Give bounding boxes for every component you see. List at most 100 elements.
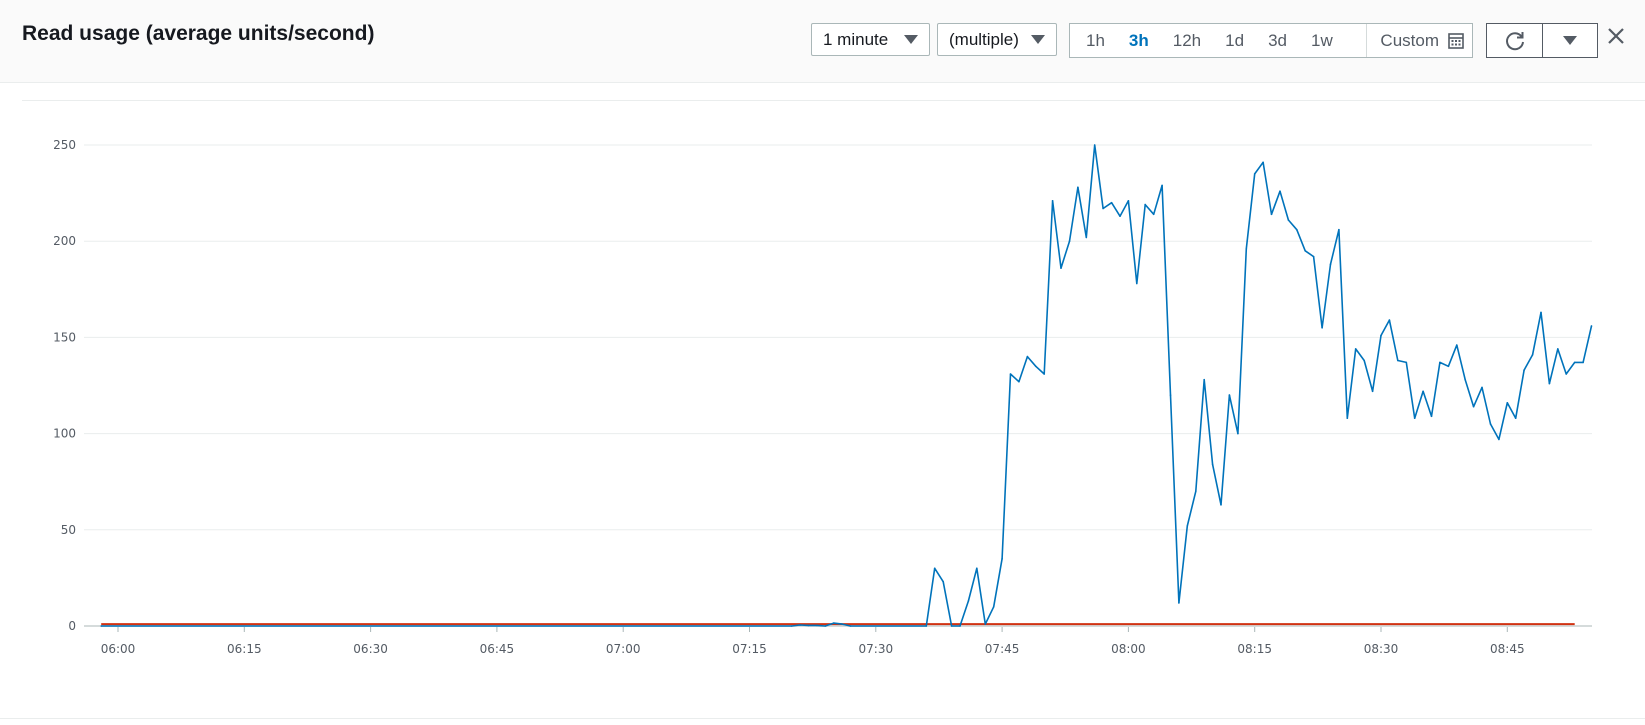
data-point [816,624,818,627]
range-custom-button[interactable]: Custom [1366,24,1472,57]
data-point [1253,173,1256,175]
data-point [1531,353,1534,356]
y-tick-label: 250 [53,138,76,152]
range-option-1w[interactable]: 1w [1299,31,1345,51]
x-tick-label: 06:45 [480,642,515,656]
y-tick-label: 150 [53,330,76,344]
time-range-selector: 1h 3h 12h 1d 3d 1w Custom [1069,23,1473,58]
data-point [1472,405,1475,408]
data-point [1203,378,1205,381]
data-point [1439,361,1441,364]
y-tick-label: 200 [53,234,76,248]
refresh-button[interactable] [1486,23,1543,58]
data-point [1136,282,1138,285]
data-point [849,625,852,627]
statistic-dropdown-label: (multiple) [949,29,1019,49]
data-point [1489,423,1492,425]
range-option-1h[interactable]: 1h [1074,31,1117,51]
data-point [841,623,843,625]
caret-down-icon [904,35,918,44]
data-point [790,625,793,627]
actions-dropdown-button[interactable] [1542,23,1598,58]
data-point [1228,394,1231,396]
data-point [1380,334,1382,337]
data-point [1413,417,1416,420]
data-point [1338,228,1340,231]
data-point [1548,382,1551,385]
data-point [1068,240,1071,242]
data-point [1102,207,1104,210]
data-point [1397,359,1399,362]
data-point [1178,602,1180,604]
series-line [101,144,1593,627]
range-option-3d[interactable]: 3d [1256,31,1299,51]
data-point [1481,386,1483,389]
data-point [1590,325,1593,327]
data-point [1186,525,1189,527]
data-point [1262,161,1264,164]
data-point [1430,415,1433,418]
x-tick-label: 06:15 [227,642,262,656]
data-point [1009,373,1012,375]
range-option-3h[interactable]: 3h [1117,31,1161,51]
range-option-1d[interactable]: 1d [1213,31,1256,51]
data-point [1321,327,1323,329]
data-point [1110,201,1113,204]
widget-header: Read usage (average units/second) 1 minu… [0,0,1645,83]
data-point [1371,390,1374,393]
x-tick-label: 08:00 [1111,642,1146,656]
data-point [1573,361,1576,364]
data-point [1119,215,1121,217]
data-point [832,622,835,624]
data-point [1287,219,1290,221]
data-point [1557,348,1559,350]
data-point [1127,200,1130,202]
data-point [1296,228,1298,231]
data-point [1060,267,1062,269]
data-point [1354,348,1357,350]
data-point [1026,355,1029,358]
data-point [1035,365,1037,368]
data-point [1540,311,1542,314]
data-point [992,606,995,608]
data-point [933,567,936,570]
data-point [976,567,978,570]
data-point [1245,248,1248,250]
data-point [1152,213,1155,216]
data-point [1506,402,1509,404]
x-tick-label: 07:15 [732,642,767,656]
data-point [1565,373,1567,375]
widget-title: Read usage (average units/second) [22,22,375,45]
close-button[interactable] [1604,24,1628,48]
x-tick-label: 08:45 [1490,642,1525,656]
data-point [1456,344,1458,346]
data-point [942,580,944,583]
data-point [1001,557,1003,560]
data-point [1523,369,1525,371]
data-point [1329,263,1332,266]
data-point [1304,250,1306,252]
data-point [1422,390,1424,393]
statistic-dropdown[interactable]: (multiple) [937,23,1057,56]
data-point [1363,359,1365,362]
x-tick-label: 07:45 [985,642,1020,656]
data-point [1195,490,1197,493]
data-point [1464,378,1466,381]
data-point [807,624,810,627]
data-point [925,625,928,627]
x-tick-label: 08:15 [1237,642,1272,656]
x-tick-label: 06:00 [101,642,136,656]
data-point [950,625,953,627]
y-tick-label: 100 [53,427,76,441]
data-point [1405,361,1408,364]
data-point [1388,319,1391,321]
data-point [1582,361,1584,364]
read-usage-chart: 0 50 100 150 200 250 06:00 06:15 06:30 06:45 07:0… [53,138,1593,656]
data-point [1043,373,1045,375]
data-point [799,624,801,626]
x-tick-label: 07:00 [606,642,641,656]
close-icon [1608,28,1624,44]
period-dropdown[interactable]: 1 minute [811,23,930,56]
data-point [1161,184,1163,187]
range-option-12h[interactable]: 12h [1161,31,1213,51]
